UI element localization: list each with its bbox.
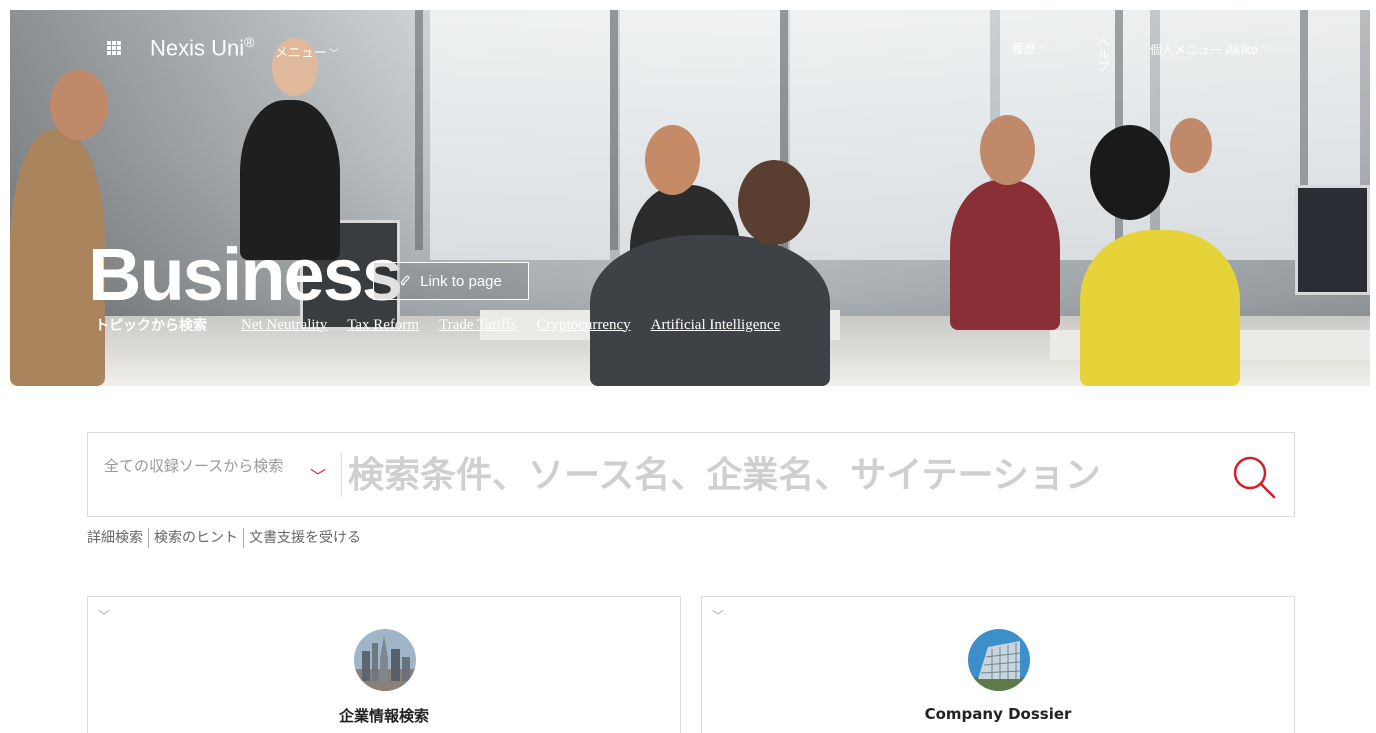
history-menu-label: 履歴 [1012, 42, 1037, 56]
card-title: Company Dossier [924, 705, 1072, 723]
search-tips-link[interactable]: 検索のヒント [148, 528, 243, 548]
hero-title: Business [88, 233, 403, 316]
hero-person [1080, 230, 1240, 386]
chevron-down-icon: ﹀ [1038, 45, 1049, 56]
top-navigation: Nexis Uni® メニュー ﹀ 履歴 ﹀ ヘルプ 個人メニュー Akiko ﹀ [10, 10, 1370, 90]
city-skyline-image [354, 629, 416, 691]
hero-person [590, 235, 830, 386]
link-to-page-label: Link to page [420, 272, 502, 290]
chevron-down-icon[interactable]: ﹀ [98, 607, 110, 624]
document-help-link[interactable]: 文書支援を受ける [243, 528, 366, 548]
office-building-image [968, 629, 1030, 691]
hero-monitor [1295, 185, 1370, 295]
topic-link-net-neutrality[interactable]: Net Neutrality [241, 317, 327, 334]
card-title: 企業情報検索 [338, 707, 429, 725]
topic-link-cryptocurrency[interactable]: Cryptocurrency [537, 317, 631, 334]
hero-person-head [645, 125, 700, 195]
topic-link-trade-tariffs[interactable]: Trade Tariffs [439, 317, 516, 334]
main-menu-button[interactable]: メニュー ﹀ [275, 42, 339, 61]
brand-name: Nexis Uni [150, 35, 245, 61]
search-helper-links: 詳細検索 検索のヒント 文書支援を受ける [87, 528, 366, 548]
topic-link-artificial-intelligence[interactable]: Artificial Intelligence [651, 317, 781, 334]
user-menu-button[interactable]: 個人メニュー Akiko ﹀ [1150, 41, 1270, 58]
topic-link-tax-reform[interactable]: Tax Reform [347, 317, 419, 334]
advanced-search-link[interactable]: 詳細検索 [87, 528, 148, 548]
link-to-page-button[interactable]: Link to page [373, 262, 529, 300]
chevron-down-icon[interactable]: ﹀ [712, 607, 724, 624]
company-search-card[interactable]: ﹀ 企業情報検索 [87, 596, 681, 733]
brand-registered-mark: ® [244, 34, 255, 50]
hero-person-head [980, 115, 1035, 185]
topics-label: トピックから検索 [95, 318, 207, 334]
apps-grid-icon[interactable] [107, 41, 121, 55]
hero-person-head [1170, 118, 1212, 173]
hero-person-head [738, 160, 810, 245]
paperclip-icon [400, 275, 410, 286]
chevron-down-icon: ﹀ [329, 49, 340, 60]
source-select[interactable]: 全ての収録ソースから検索 [104, 457, 334, 475]
brand-logo[interactable]: Nexis Uni® [150, 34, 254, 61]
help-button[interactable]: ヘルプ [1096, 36, 1110, 72]
hero-person-turban [1090, 125, 1170, 220]
search-divider [341, 453, 342, 497]
chevron-down-icon: ﹀ [1260, 46, 1271, 57]
search-input[interactable] [348, 451, 1208, 499]
search-box: 全ての収録ソースから検索 ﹀ [87, 432, 1295, 517]
company-dossier-card[interactable]: ﹀ Company Dossier [701, 596, 1295, 733]
topic-links: トピックから検索 Net Neutrality Tax Reform Trade… [95, 315, 780, 335]
chevron-down-icon[interactable]: ﹀ [310, 463, 326, 487]
main-menu-label: メニュー [275, 46, 328, 61]
user-menu-label: 個人メニュー Akiko [1150, 43, 1259, 57]
history-menu-button[interactable]: 履歴 ﹀ [1012, 40, 1048, 57]
hero-banner: Business Link to page トピックから検索 Net Neutr… [10, 10, 1370, 386]
search-icon[interactable] [1230, 453, 1278, 501]
hero-person [950, 180, 1060, 330]
